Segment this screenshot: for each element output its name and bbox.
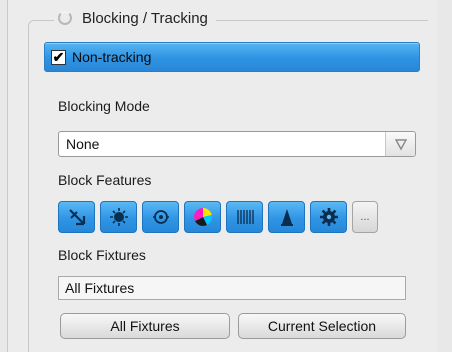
feature-position-button[interactable]: [58, 201, 95, 233]
color-wheel-icon: [193, 207, 212, 226]
gear-icon: [319, 208, 338, 226]
gobo-icon: [109, 208, 128, 226]
feature-focus-button[interactable]: [268, 201, 305, 233]
feature-color-button[interactable]: [184, 201, 221, 233]
block-fixtures-field[interactable]: All Fixtures: [58, 276, 406, 300]
blocking-mode-value: None: [66, 136, 100, 152]
more-features-label: ...: [360, 211, 370, 223]
feature-prism-button[interactable]: [226, 201, 263, 233]
group-title: Blocking / Tracking: [82, 9, 208, 27]
non-tracking-checkbox-row[interactable]: ✔ Non-tracking: [44, 42, 420, 72]
block-fixtures-value: All Fixtures: [65, 280, 135, 296]
beam-icon: [152, 210, 169, 224]
block-features-toolbar: ...: [58, 201, 378, 233]
checkmark-icon: ✔: [52, 49, 65, 65]
position-arrow-icon: [68, 209, 85, 226]
non-tracking-label: Non-tracking: [72, 49, 152, 65]
all-fixtures-button-label: All Fixtures: [110, 318, 180, 334]
chevron-down-icon[interactable]: [385, 132, 415, 156]
prism-icon: [236, 210, 254, 224]
more-features-button[interactable]: ...: [352, 201, 378, 233]
non-tracking-checkbox[interactable]: ✔: [51, 49, 66, 65]
focus-cone-icon: [280, 209, 293, 226]
feature-gobo-button[interactable]: [100, 201, 137, 233]
feature-control-button[interactable]: [310, 201, 347, 233]
blocking-mode-dropdown[interactable]: None: [58, 131, 416, 157]
spinner-icon: [58, 11, 72, 25]
block-fixtures-label: Block Fixtures: [58, 247, 146, 263]
current-selection-button[interactable]: Current Selection: [238, 313, 406, 339]
all-fixtures-button[interactable]: All Fixtures: [60, 313, 230, 339]
feature-beam-button[interactable]: [142, 201, 179, 233]
group-header: Blocking / Tracking: [54, 6, 216, 30]
current-selection-button-label: Current Selection: [267, 318, 377, 334]
blocking-mode-label: Blocking Mode: [58, 98, 150, 114]
block-features-label: Block Features: [58, 172, 152, 188]
